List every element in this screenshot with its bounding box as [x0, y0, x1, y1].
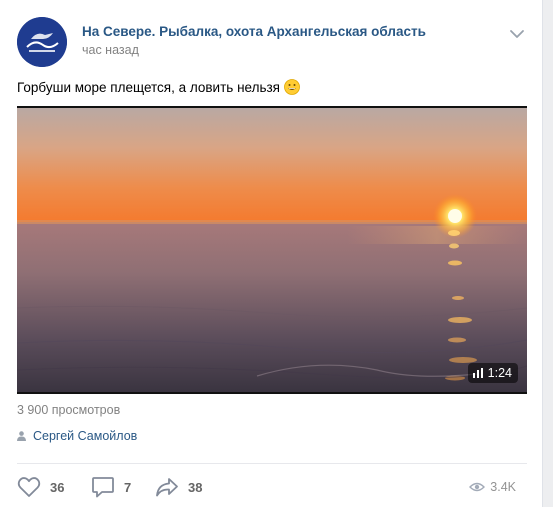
like-count: 36	[50, 479, 65, 495]
group-logo-icon	[17, 17, 67, 67]
heart-icon	[17, 477, 41, 497]
share-arrow-icon	[156, 478, 178, 497]
comment-button[interactable]: 7	[91, 476, 131, 498]
view-count-value: 3.4K	[490, 480, 516, 494]
grinning-face-emoji-icon	[284, 79, 300, 95]
group-avatar[interactable]	[17, 17, 67, 67]
share-button[interactable]: 38	[155, 476, 202, 498]
like-button[interactable]: 36	[17, 476, 64, 498]
comment-icon	[92, 477, 114, 498]
video-views: 3 900 просмотров	[17, 403, 121, 417]
video-duration-badge: 1:24	[467, 363, 518, 383]
post-view-count: 3.4K	[469, 480, 516, 494]
post-time[interactable]: час назад	[82, 43, 139, 57]
chevron-down-icon[interactable]	[508, 27, 526, 41]
post-text-body: Горбуши море плещется, а ловить нельзя	[17, 79, 280, 95]
post-card: На Севере. Рыбалка, охота Архангельская …	[0, 0, 543, 507]
group-name-link[interactable]: На Севере. Рыбалка, охота Архангельская …	[82, 24, 426, 39]
video-duration: 1:24	[487, 366, 512, 380]
share-count: 38	[188, 479, 203, 495]
author-link[interactable]: Сергей Самойлов	[17, 429, 137, 443]
stats-bars-icon	[472, 368, 483, 378]
eye-icon	[469, 482, 486, 492]
post-text: Горбуши море плещется, а ловить нельзя	[17, 79, 300, 95]
divider	[17, 463, 527, 464]
comment-count: 7	[124, 479, 132, 495]
author-name: Сергей Самойлов	[33, 429, 138, 443]
person-icon	[17, 431, 26, 441]
video-player[interactable]: 1:24	[17, 106, 527, 394]
sunset-sea-thumbnail	[17, 108, 527, 392]
